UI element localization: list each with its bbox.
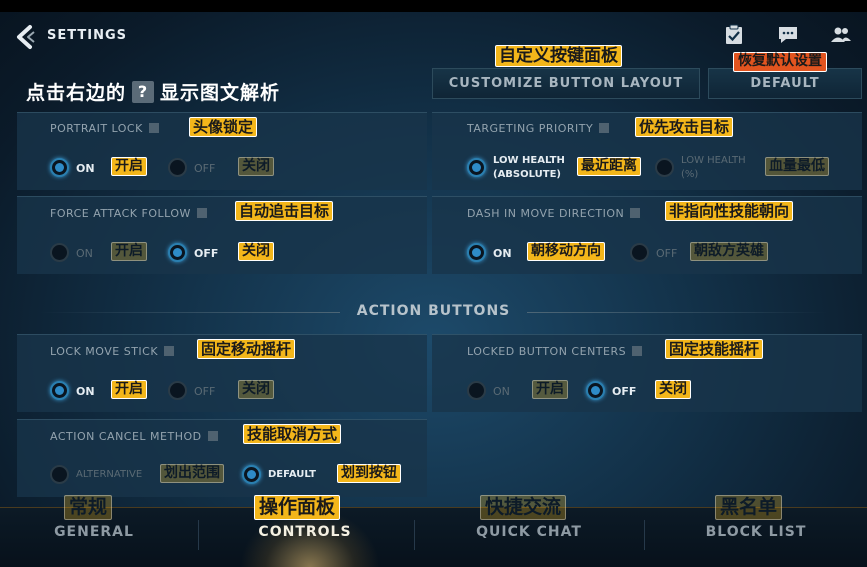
customize-button-label: CUSTOMIZE BUTTON LAYOUT [448,76,684,91]
lock-move-stick-off-cn: 关闭 [238,380,274,399]
targeting-priority-title: TARGETING PRIORITY [467,122,610,135]
portrait-lock-title: PORTRAIT LOCK [50,122,159,135]
force-attack-follow-off-radio[interactable] [168,243,187,262]
force-attack-follow-title: FORCE ATTACK FOLLOW [50,207,207,220]
dash-off-radio[interactable] [630,243,649,262]
action-buttons-heading: ACTION BUTTONS [356,303,511,319]
hint-prefix: 点击右边的 [26,82,127,104]
chat-icon[interactable] [777,24,799,46]
portrait-lock-on-cn: 开启 [111,157,147,176]
locked-button-centers-cn: 固定技能摇杆 [665,339,764,359]
dash-on-radio[interactable] [467,243,486,262]
portrait-lock-off-radio[interactable] [168,158,187,177]
portrait-lock-on-radio[interactable] [50,158,69,177]
info-icon[interactable] [196,208,207,218]
customize-cn-label: 自定义按键面板 [495,45,622,68]
default-cancel-radio[interactable] [242,465,261,484]
locked-centers-on-label: ON [493,385,510,398]
settings-title: SETTINGS [47,28,128,43]
low-health-absolute-radio[interactable] [467,158,486,177]
alternative-label: ALTERNATIVE [76,469,143,480]
targeting-priority-cn: 优先攻击目标 [635,117,734,137]
dash-in-move-direction-cn: 非指向性技能朝向 [665,201,794,221]
default-button-label: DEFAULT [750,76,820,91]
low-health-percent-label: LOW HEALTH (%) [681,155,746,180]
low-health-absolute-cn: 最近距离 [577,157,641,176]
lock-move-stick-off-label: OFF [194,385,216,398]
force-attack-follow-off-cn: 关闭 [238,242,274,261]
portrait-lock-off-cn: 关闭 [238,157,274,176]
default-button[interactable]: DEFAULT [708,68,862,99]
tab-separator [414,520,415,550]
checklist-icon[interactable] [723,24,745,46]
tab-quick-chat[interactable]: QUICK CHAT [439,524,619,540]
info-icon[interactable] [207,431,218,441]
force-attack-follow-on-radio[interactable] [50,243,69,262]
hint-suffix: 显示图文解析 [160,82,281,104]
locked-centers-on-cn: 开启 [532,380,568,399]
dash-off-label: OFF [656,247,678,260]
force-attack-follow-cn: 自动追击目标 [235,201,334,221]
portrait-lock-off-label: OFF [194,162,216,175]
info-icon[interactable] [164,346,175,356]
portrait-lock-on-label: ON [76,162,95,175]
locked-centers-on-radio[interactable] [467,381,486,400]
default-cancel-label: DEFAULT [268,469,316,480]
tab-block-list[interactable]: BLOCK LIST [666,524,846,540]
tab-controls[interactable]: CONTROLS [215,524,395,540]
lock-move-stick-on-radio[interactable] [50,381,69,400]
dash-in-move-direction-title: DASH IN MOVE DIRECTION [467,207,641,220]
action-cancel-method-cn: 技能取消方式 [243,424,342,444]
info-icon[interactable] [599,123,610,133]
friends-icon[interactable] [830,24,852,46]
tab-controls-cn: 操作面板 [254,495,341,520]
settings-screen: SETTINGS 点击右边的 ? 显示图文解析 CUSTOMIZE BUTTON… [0,0,867,567]
alternative-radio[interactable] [50,465,69,484]
force-attack-follow-on-label: ON [76,247,93,260]
locked-centers-off-cn: 关闭 [655,380,691,399]
info-icon[interactable] [148,123,159,133]
info-icon[interactable] [630,208,641,218]
info-icon[interactable] [632,346,643,356]
force-attack-follow-off-label: OFF [194,247,219,260]
top-black-bar [0,0,867,12]
portrait-lock-cn: 头像锁定 [189,117,258,137]
tab-separator [198,520,199,550]
default-cn-label: 恢复默认设置 [733,52,827,72]
lock-move-stick-off-radio[interactable] [168,381,187,400]
lock-move-stick-on-cn: 开启 [111,380,147,399]
low-health-absolute-label: LOW HEALTH (ABSOLUTE) [493,155,565,180]
lock-move-stick-on-label: ON [76,385,95,398]
lock-move-stick-title: LOCK MOVE STICK [50,345,175,358]
question-mark-icon: ? [132,80,155,103]
back-arrow-icon[interactable] [14,24,40,50]
tab-general[interactable]: GENERAL [4,524,184,540]
tab-quick-chat-cn: 快捷交流 [480,495,567,520]
tab-block-list-cn: 黑名单 [715,495,783,520]
locked-centers-off-label: OFF [612,385,637,398]
low-health-percent-radio[interactable] [655,158,674,177]
low-health-percent-cn: 血量最低 [765,157,829,176]
force-attack-follow-on-cn: 开启 [111,242,147,261]
action-cancel-method-title: ACTION CANCEL METHOD [50,430,218,443]
locked-button-centers-title: LOCKED BUTTON CENTERS [467,345,643,358]
dash-on-label: ON [493,247,512,260]
default-cancel-cn: 划到按钮 [337,464,401,483]
alternative-cn: 划出范围 [160,464,224,483]
hint-text: 点击右边的 ? 显示图文解析 [26,78,280,105]
dash-off-cn: 朝敌方英雄 [690,242,768,261]
lock-move-stick-cn: 固定移动摇杆 [197,339,296,359]
locked-centers-off-radio[interactable] [586,381,605,400]
customize-button-layout-button[interactable]: CUSTOMIZE BUTTON LAYOUT [432,68,700,99]
tab-separator [644,520,645,550]
dash-on-cn: 朝移动方向 [527,242,605,261]
tab-general-cn: 常规 [64,495,113,520]
